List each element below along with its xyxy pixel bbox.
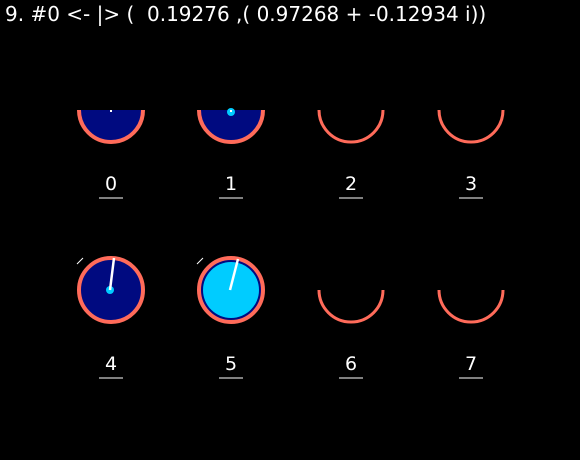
qubit-2[interactable]: 2: [317, 109, 385, 199]
qubit-3[interactable]: 3: [437, 109, 505, 199]
phase-tick-mark: [76, 257, 84, 265]
qubit-0[interactable]: 0: [77, 78, 145, 199]
qubit-index-label: 3: [465, 173, 477, 195]
qubit-5[interactable]: 5: [196, 256, 265, 379]
qubit-index-label: 6: [345, 353, 357, 375]
qubit-index-label: 0: [105, 173, 117, 195]
qubit-7[interactable]: 7: [437, 289, 505, 379]
qubit-empty-ring: [317, 109, 385, 144]
qubit-index-label: 7: [465, 353, 477, 375]
qubit-index-label: 5: [225, 353, 237, 375]
qubit-empty-ring: [437, 109, 505, 144]
qubit-index-label: 2: [345, 173, 357, 195]
qubit-6[interactable]: 6: [317, 289, 385, 379]
qubit-index-label: 4: [105, 353, 117, 375]
qubit-1[interactable]: 1: [197, 78, 265, 199]
qubit-empty-ring: [437, 289, 505, 324]
phase-tick-mark: [196, 257, 204, 265]
qubit-4[interactable]: 4: [76, 256, 145, 379]
qubit-grid: 0 1 2 3 4 5 6 7: [76, 78, 505, 379]
qubit-index-label: 1: [225, 173, 237, 195]
qubit-empty-ring: [317, 289, 385, 324]
